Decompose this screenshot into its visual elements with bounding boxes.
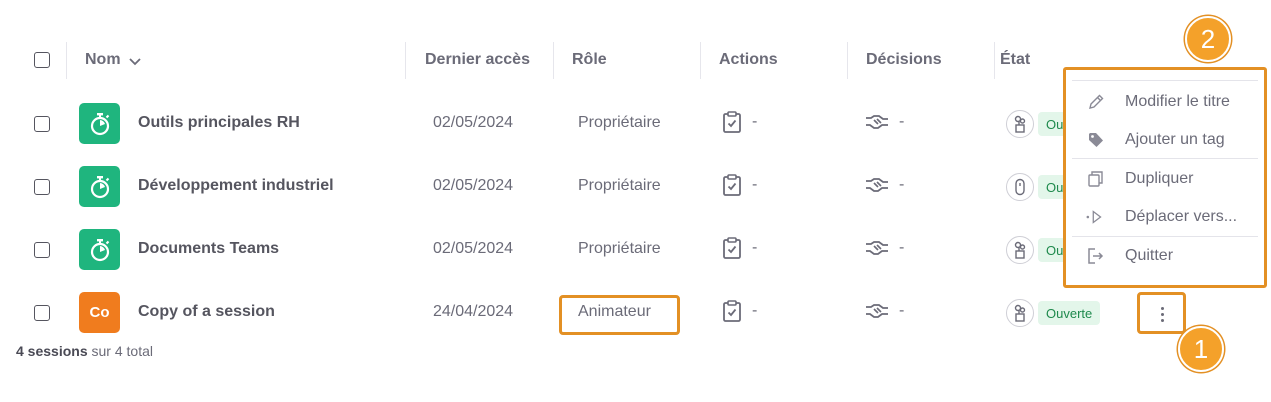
role-value: Propriétaire xyxy=(578,114,661,131)
row-checkbox[interactable] xyxy=(34,305,50,321)
handshake-icon xyxy=(866,178,888,192)
exit-icon xyxy=(1086,246,1106,266)
last-access-date: 02/05/2024 xyxy=(433,114,514,131)
handshake-icon xyxy=(866,115,888,129)
menu-item-add-tag[interactable]: Ajouter un tag xyxy=(1066,122,1264,158)
decisions-count: - xyxy=(899,176,905,193)
chevron-down-icon xyxy=(128,57,141,65)
menu-item-label: Quitter xyxy=(1125,247,1174,264)
session-total: sur 4 total xyxy=(91,343,153,359)
decisions-cell: - xyxy=(865,302,904,320)
session-name[interactable]: Outils principales RH xyxy=(138,114,300,132)
callout-marker-2: 2 xyxy=(1185,16,1231,62)
actions-count: - xyxy=(752,302,758,319)
decisions-cell: - xyxy=(865,239,904,257)
row-checkbox[interactable] xyxy=(34,116,50,132)
actions-count: - xyxy=(752,176,758,193)
column-state-header[interactable]: État xyxy=(1000,40,1030,80)
menu-item-duplicate[interactable]: Dupliquer xyxy=(1066,161,1264,197)
column-divider xyxy=(847,42,848,79)
column-divider xyxy=(66,42,67,79)
column-name-label: Nom xyxy=(85,51,121,68)
clipboard-check-icon xyxy=(723,300,741,322)
tree-icon xyxy=(1006,236,1034,264)
actions-count: - xyxy=(752,239,758,256)
menu-divider xyxy=(1072,158,1258,159)
column-last-access-header[interactable]: Dernier accès xyxy=(425,40,530,80)
menu-divider xyxy=(1072,236,1258,237)
menu-divider xyxy=(1072,80,1258,81)
session-name[interactable]: Copy of a session xyxy=(138,303,275,321)
menu-item-label: Déplacer vers... xyxy=(1125,208,1238,225)
menu-item-label: Modifier le titre xyxy=(1125,93,1230,110)
copy-icon xyxy=(1086,169,1106,189)
actions-cell: - xyxy=(722,174,757,196)
menu-item-leave[interactable]: Quitter xyxy=(1066,238,1264,274)
menu-item-move-to[interactable]: Déplacer vers... xyxy=(1066,199,1264,235)
session-initials-avatar: Co xyxy=(79,292,120,333)
clipboard-check-icon xyxy=(723,111,741,133)
actions-cell: - xyxy=(722,237,757,259)
callout-marker-1: 1 xyxy=(1178,326,1224,372)
more-options-highlight-box xyxy=(1137,292,1186,334)
role-value: Propriétaire xyxy=(578,240,661,257)
actions-count: - xyxy=(752,113,758,130)
session-name[interactable]: Documents Teams xyxy=(138,240,279,258)
actions-cell: - xyxy=(722,111,757,133)
tag-icon xyxy=(1086,130,1106,150)
capsule-icon xyxy=(1006,173,1034,201)
clipboard-check-icon xyxy=(723,174,741,196)
session-count-footer: 4 sessions sur 4 total xyxy=(16,343,153,359)
stopwatch-icon xyxy=(79,166,120,207)
session-count: 4 sessions xyxy=(16,343,88,359)
session-name[interactable]: Développement industriel xyxy=(138,177,334,195)
role-highlight-box xyxy=(559,295,680,335)
move-icon xyxy=(1086,207,1106,227)
row-checkbox[interactable] xyxy=(34,242,50,258)
status-badge: Ouverte xyxy=(1038,301,1101,325)
decisions-count: - xyxy=(899,113,905,130)
last-access-date: 02/05/2024 xyxy=(433,177,514,194)
menu-item-edit-title[interactable]: Modifier le titre xyxy=(1066,84,1264,120)
decisions-count: - xyxy=(899,302,905,319)
last-access-date: 02/05/2024 xyxy=(433,240,514,257)
select-all-checkbox[interactable] xyxy=(34,52,50,68)
column-role-header[interactable]: Rôle xyxy=(572,40,607,80)
stopwatch-icon xyxy=(79,103,120,144)
handshake-icon xyxy=(866,304,888,318)
menu-item-label: Ajouter un tag xyxy=(1125,131,1225,148)
column-divider xyxy=(700,42,701,79)
column-name-header[interactable]: Nom xyxy=(85,40,142,80)
column-divider xyxy=(994,42,995,79)
stopwatch-icon xyxy=(79,229,120,270)
column-decisions-header[interactable]: Décisions xyxy=(866,40,942,80)
clipboard-check-icon xyxy=(723,237,741,259)
handshake-icon xyxy=(866,241,888,255)
decisions-cell: - xyxy=(865,176,904,194)
column-divider xyxy=(405,42,406,79)
role-value: Propriétaire xyxy=(578,177,661,194)
decisions-count: - xyxy=(899,239,905,256)
menu-item-label: Dupliquer xyxy=(1125,170,1194,187)
tree-icon xyxy=(1006,299,1034,327)
column-divider xyxy=(553,42,554,79)
decisions-cell: - xyxy=(865,113,904,131)
tree-icon xyxy=(1006,110,1034,138)
context-menu: Modifier le titre Ajouter un tag Dupliqu… xyxy=(1063,67,1267,288)
last-access-date: 24/04/2024 xyxy=(433,303,514,320)
actions-cell: - xyxy=(722,300,757,322)
pencil-icon xyxy=(1086,92,1106,112)
column-actions-header[interactable]: Actions xyxy=(719,40,778,80)
row-checkbox[interactable] xyxy=(34,179,50,195)
